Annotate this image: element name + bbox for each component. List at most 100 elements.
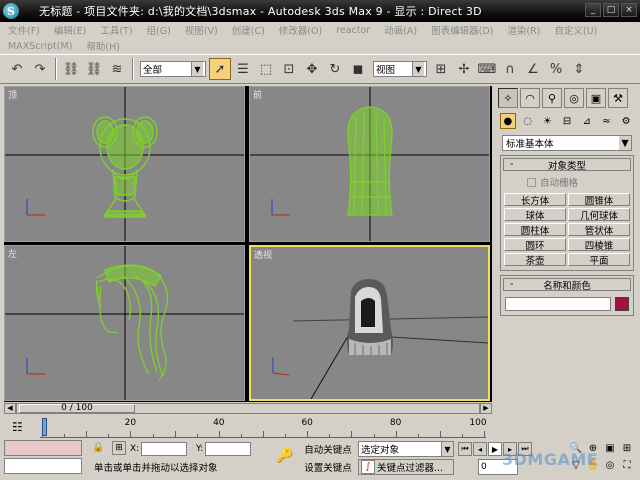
object-type-button[interactable]: 四棱锥 <box>568 238 630 252</box>
link-icon[interactable]: ⛓ <box>60 58 82 80</box>
systems-icon[interactable]: ⚙ <box>618 113 634 129</box>
motion-tab-icon[interactable]: ◎ <box>564 88 584 108</box>
zoom-extents-icon[interactable]: ▣ <box>602 440 618 456</box>
pivot-center-icon[interactable]: ⊞ <box>430 58 452 80</box>
object-type-button[interactable]: 长方体 <box>504 193 566 207</box>
autogrid-checkbox[interactable] <box>527 177 536 187</box>
object-color-swatch[interactable] <box>615 297 629 311</box>
undo-icon[interactable]: ↶ <box>6 58 28 80</box>
close-button[interactable]: × <box>621 3 637 17</box>
menu-item[interactable]: 创建(C) <box>232 23 265 37</box>
key-icon[interactable]: 🔑 <box>276 448 293 464</box>
select-by-name-icon[interactable]: ☰ <box>232 58 254 80</box>
object-type-button[interactable]: 圆柱体 <box>504 223 566 237</box>
redo-icon[interactable]: ↷ <box>29 58 51 80</box>
go-to-start-icon[interactable]: ⏮ <box>458 442 472 456</box>
lock-icon[interactable]: 🔒 <box>92 442 104 453</box>
auto-key-button[interactable]: 自动关键点 <box>304 441 352 457</box>
viewport-left[interactable]: 左 <box>4 245 245 401</box>
object-name-input[interactable] <box>505 297 611 311</box>
geometry-icon[interactable]: ● <box>500 113 516 129</box>
menu-item[interactable]: reactor <box>336 25 370 36</box>
selection-filter-dropdown[interactable]: 全部 ▼ <box>140 61 206 77</box>
display-tab-icon[interactable]: ▣ <box>586 88 606 108</box>
object-type-button[interactable]: 圆锥体 <box>568 193 630 207</box>
menu-item[interactable]: 视图(V) <box>185 23 218 37</box>
menu-item[interactable]: 帮助(H) <box>86 39 120 53</box>
spinner-snap-icon[interactable]: ⇕ <box>568 58 590 80</box>
menu-item[interactable]: 修改器(O) <box>279 23 322 37</box>
lights-icon[interactable]: ☀ <box>539 113 555 129</box>
select-object-icon[interactable]: ➚ <box>209 58 231 80</box>
manipulate-icon[interactable]: ✢ <box>453 58 475 80</box>
select-move-icon[interactable]: ✥ <box>301 58 323 80</box>
viewport-label[interactable]: 前 <box>253 88 262 101</box>
time-slider-thumb[interactable]: 0 / 100 <box>19 403 135 413</box>
menu-item[interactable]: 动画(A) <box>384 23 417 37</box>
modify-tab-icon[interactable]: ◠ <box>520 88 540 108</box>
viewport-label[interactable]: 顶 <box>8 88 17 101</box>
bind-spacewarp-icon[interactable]: ≋ <box>106 58 128 80</box>
cameras-icon[interactable]: ⊟ <box>559 113 575 129</box>
menu-item[interactable]: 编辑(E) <box>54 23 86 37</box>
slider-left-arrow-icon[interactable]: ◀ <box>4 402 16 414</box>
object-type-button[interactable]: 几何球体 <box>568 208 630 222</box>
minimize-button[interactable]: _ <box>585 3 601 17</box>
select-rotate-icon[interactable]: ↻ <box>324 58 346 80</box>
shapes-icon[interactable]: ◌ <box>520 113 536 129</box>
viewport-top[interactable]: 顶 <box>4 86 245 242</box>
rect-selection-icon[interactable]: ⬚ <box>255 58 277 80</box>
zoom-extents-all-icon[interactable]: ⊞ <box>619 440 635 456</box>
menu-item[interactable]: 组(G) <box>147 23 171 37</box>
curve-editor-icon[interactable]: ☷ <box>12 420 23 434</box>
object-type-button[interactable]: 平面 <box>568 253 630 267</box>
coord-y-input[interactable] <box>205 442 252 456</box>
window-crossing-icon[interactable]: ⊡ <box>278 58 300 80</box>
current-frame-marker[interactable] <box>42 418 47 436</box>
maxscript-listener-mini[interactable] <box>4 440 82 456</box>
name-color-header[interactable]: - 名称和颜色 <box>503 278 631 292</box>
angle-snap-icon[interactable]: ∠ <box>522 58 544 80</box>
set-key-button[interactable]: 设置关键点 <box>304 459 352 475</box>
reference-coord-dropdown[interactable]: 视图 ▼ <box>373 61 427 77</box>
app-icon[interactable]: S <box>3 3 19 19</box>
coord-x-input[interactable] <box>141 442 188 456</box>
orbit-icon[interactable]: ◎ <box>602 457 618 473</box>
track-bar-ruler[interactable]: 20 40 60 80 100 <box>40 418 487 438</box>
select-scale-icon[interactable]: ◼ <box>347 58 369 80</box>
spacewarps-icon[interactable]: ≈ <box>599 113 615 129</box>
percent-snap-icon[interactable]: % <box>545 58 567 80</box>
maxscript-input-mini[interactable] <box>4 458 82 474</box>
object-type-button[interactable]: 茶壶 <box>504 253 566 267</box>
selection-lock-icon[interactable]: ⊞ <box>112 441 126 455</box>
menu-item[interactable]: MAXScript(M) <box>8 41 72 52</box>
slider-right-arrow-icon[interactable]: ▶ <box>480 402 492 414</box>
viewport-label[interactable]: 左 <box>8 247 17 260</box>
object-type-button[interactable]: 球体 <box>504 208 566 222</box>
viewport-front[interactable]: 前 <box>249 86 490 242</box>
category-dropdown[interactable]: 标准基本体 ▼ <box>502 135 632 151</box>
viewport-perspective[interactable]: 透视 <box>249 245 490 401</box>
maximize-viewport-icon[interactable]: ⛶ <box>619 457 635 473</box>
create-tab-icon[interactable]: ✧ <box>498 88 518 108</box>
menu-item[interactable]: 渲染(R) <box>507 23 540 37</box>
maximize-button[interactable]: □ <box>603 3 619 17</box>
time-slider-track[interactable]: 0 / 100 <box>16 402 480 414</box>
menu-item[interactable]: 工具(T) <box>100 23 132 37</box>
menu-item[interactable]: 图表编辑器(D) <box>431 23 493 37</box>
hierarchy-tab-icon[interactable]: ⚲ <box>542 88 562 108</box>
key-mode-dropdown[interactable]: 选定对象 ▼ <box>358 441 454 457</box>
object-type-button[interactable]: 圆环 <box>504 238 566 252</box>
key-filters-button[interactable]: ∫ 关键点过滤器... <box>358 459 454 475</box>
menu-item[interactable]: 文件(F) <box>8 23 40 37</box>
previous-frame-icon[interactable]: ◂ <box>473 442 487 456</box>
helpers-icon[interactable]: ⊿ <box>579 113 595 129</box>
menu-item[interactable]: 自定义(U) <box>554 23 597 37</box>
object-type-button[interactable]: 管状体 <box>568 223 630 237</box>
unlink-icon[interactable]: ⛓ <box>83 58 105 80</box>
snap-icon[interactable]: ∩ <box>499 58 521 80</box>
keyboard-shortcut-icon[interactable]: ⌨ <box>476 58 498 80</box>
play-icon[interactable]: ▶ <box>488 442 502 456</box>
viewport-label[interactable]: 透视 <box>254 248 272 261</box>
object-type-header[interactable]: - 对象类型 <box>503 158 631 172</box>
